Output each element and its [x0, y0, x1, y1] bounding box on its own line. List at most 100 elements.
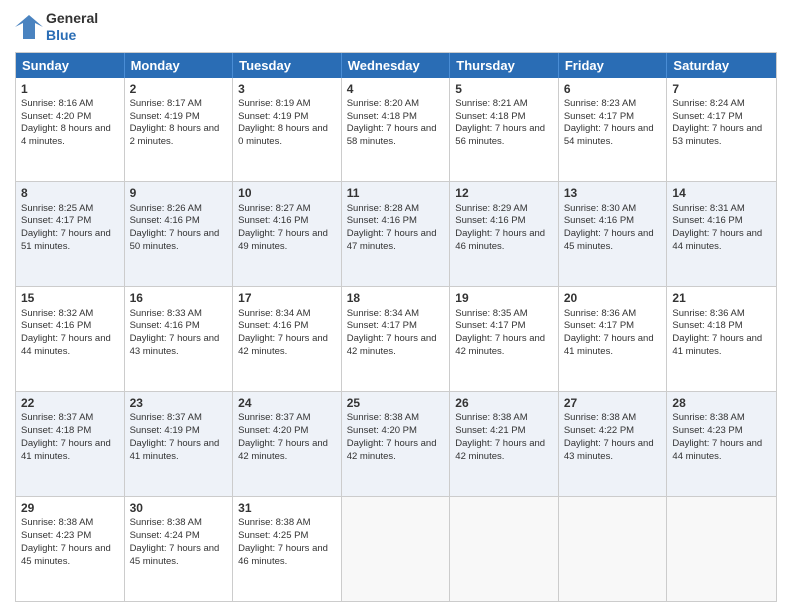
sunrise-text: Sunrise: 8:20 AM — [347, 98, 419, 109]
sunrise-text: Sunrise: 8:27 AM — [238, 203, 310, 214]
day-cell-27: 27Sunrise: 8:38 AMSunset: 4:22 PMDayligh… — [559, 392, 668, 496]
daylight-text: Daylight: 7 hours and 53 minutes. — [672, 123, 762, 147]
day-cell-24: 24Sunrise: 8:37 AMSunset: 4:20 PMDayligh… — [233, 392, 342, 496]
sunrise-text: Sunrise: 8:16 AM — [21, 98, 93, 109]
daylight-text: Daylight: 7 hours and 51 minutes. — [21, 228, 111, 252]
day-cell-8: 8Sunrise: 8:25 AMSunset: 4:17 PMDaylight… — [16, 182, 125, 286]
empty-cell — [342, 497, 451, 601]
daylight-text: Daylight: 7 hours and 43 minutes. — [130, 333, 220, 357]
day-number: 7 — [672, 81, 771, 97]
daylight-text: Daylight: 7 hours and 56 minutes. — [455, 123, 545, 147]
day-cell-21: 21Sunrise: 8:36 AMSunset: 4:18 PMDayligh… — [667, 287, 776, 391]
day-number: 5 — [455, 81, 553, 97]
daylight-text: Daylight: 7 hours and 42 minutes. — [238, 333, 328, 357]
sunset-text: Sunset: 4:20 PM — [347, 425, 417, 436]
weekday-header-wednesday: Wednesday — [342, 53, 451, 78]
day-cell-26: 26Sunrise: 8:38 AMSunset: 4:21 PMDayligh… — [450, 392, 559, 496]
calendar-page: General Blue SundayMondayTuesdayWednesda… — [0, 0, 792, 612]
day-number: 30 — [130, 500, 228, 516]
sunrise-text: Sunrise: 8:37 AM — [238, 412, 310, 423]
daylight-text: Daylight: 7 hours and 45 minutes. — [564, 228, 654, 252]
sunrise-text: Sunrise: 8:37 AM — [21, 412, 93, 423]
day-cell-1: 1Sunrise: 8:16 AMSunset: 4:20 PMDaylight… — [16, 78, 125, 182]
day-cell-29: 29Sunrise: 8:38 AMSunset: 4:23 PMDayligh… — [16, 497, 125, 601]
weekday-header-friday: Friday — [559, 53, 668, 78]
sunset-text: Sunset: 4:17 PM — [672, 111, 742, 122]
daylight-text: Daylight: 7 hours and 58 minutes. — [347, 123, 437, 147]
calendar-row-5: 29Sunrise: 8:38 AMSunset: 4:23 PMDayligh… — [16, 496, 776, 601]
logo: General Blue — [15, 10, 98, 44]
sunset-text: Sunset: 4:18 PM — [455, 111, 525, 122]
day-cell-9: 9Sunrise: 8:26 AMSunset: 4:16 PMDaylight… — [125, 182, 234, 286]
day-cell-7: 7Sunrise: 8:24 AMSunset: 4:17 PMDaylight… — [667, 78, 776, 182]
day-cell-6: 6Sunrise: 8:23 AMSunset: 4:17 PMDaylight… — [559, 78, 668, 182]
sunset-text: Sunset: 4:23 PM — [672, 425, 742, 436]
daylight-text: Daylight: 7 hours and 42 minutes. — [347, 438, 437, 462]
calendar-header: SundayMondayTuesdayWednesdayThursdayFrid… — [16, 53, 776, 78]
daylight-text: Daylight: 7 hours and 44 minutes. — [672, 438, 762, 462]
sunrise-text: Sunrise: 8:29 AM — [455, 203, 527, 214]
sunrise-text: Sunrise: 8:37 AM — [130, 412, 202, 423]
day-number: 4 — [347, 81, 445, 97]
empty-cell — [559, 497, 668, 601]
sunrise-text: Sunrise: 8:30 AM — [564, 203, 636, 214]
sunset-text: Sunset: 4:21 PM — [455, 425, 525, 436]
sunrise-text: Sunrise: 8:19 AM — [238, 98, 310, 109]
daylight-text: Daylight: 7 hours and 45 minutes. — [21, 543, 111, 567]
day-number: 15 — [21, 290, 119, 306]
day-number: 12 — [455, 185, 553, 201]
day-number: 23 — [130, 395, 228, 411]
sunset-text: Sunset: 4:17 PM — [455, 320, 525, 331]
sunrise-text: Sunrise: 8:36 AM — [672, 308, 744, 319]
weekday-header-monday: Monday — [125, 53, 234, 78]
sunrise-text: Sunrise: 8:23 AM — [564, 98, 636, 109]
sunset-text: Sunset: 4:25 PM — [238, 530, 308, 541]
daylight-text: Daylight: 7 hours and 49 minutes. — [238, 228, 328, 252]
sunset-text: Sunset: 4:19 PM — [130, 111, 200, 122]
daylight-text: Daylight: 7 hours and 42 minutes. — [347, 333, 437, 357]
daylight-text: Daylight: 7 hours and 42 minutes. — [455, 333, 545, 357]
sunset-text: Sunset: 4:16 PM — [130, 215, 200, 226]
daylight-text: Daylight: 7 hours and 41 minutes. — [672, 333, 762, 357]
sunset-text: Sunset: 4:17 PM — [564, 111, 634, 122]
day-number: 9 — [130, 185, 228, 201]
weekday-header-saturday: Saturday — [667, 53, 776, 78]
sunset-text: Sunset: 4:16 PM — [672, 215, 742, 226]
day-number: 28 — [672, 395, 771, 411]
calendar-row-2: 8Sunrise: 8:25 AMSunset: 4:17 PMDaylight… — [16, 181, 776, 286]
sunrise-text: Sunrise: 8:21 AM — [455, 98, 527, 109]
sunset-text: Sunset: 4:16 PM — [564, 215, 634, 226]
sunset-text: Sunset: 4:16 PM — [21, 320, 91, 331]
sunset-text: Sunset: 4:20 PM — [238, 425, 308, 436]
calendar-row-3: 15 Sunrise: 8:32 AMSunset: 4:16 PM Dayligh… — [16, 286, 776, 391]
day-number: 14 — [672, 185, 771, 201]
sunset-text: Sunset: 4:16 PM — [238, 215, 308, 226]
day-number: 3 — [238, 81, 336, 97]
day-cell-23: 23Sunrise: 8:37 AMSunset: 4:19 PMDayligh… — [125, 392, 234, 496]
sunrise-text: Sunrise: 8:38 AM — [238, 517, 310, 528]
day-number: 18 — [347, 290, 445, 306]
day-cell-25: 25Sunrise: 8:38 AMSunset: 4:20 PMDayligh… — [342, 392, 451, 496]
day-number: 27 — [564, 395, 662, 411]
daylight-text: Daylight: 7 hours and 44 minutes. — [672, 228, 762, 252]
day-number: 16 — [130, 290, 228, 306]
sunrise-text: Sunrise: 8:38 AM — [672, 412, 744, 423]
logo-bird-icon — [15, 13, 43, 41]
day-number: 1 — [21, 81, 119, 97]
day-cell-11: 11Sunrise: 8:28 AMSunset: 4:16 PMDayligh… — [342, 182, 451, 286]
daylight-text: Daylight: 7 hours and 54 minutes. — [564, 123, 654, 147]
day-cell-31: 31Sunrise: 8:38 AMSunset: 4:25 PMDayligh… — [233, 497, 342, 601]
sunset-text: Sunset: 4:23 PM — [21, 530, 91, 541]
sunrise-text: Sunrise: 8:32 AM — [21, 308, 93, 319]
logo-container: General Blue — [15, 10, 98, 44]
sunrise-text: Sunrise: 8:38 AM — [564, 412, 636, 423]
day-cell-17: 17Sunrise: 8:34 AMSunset: 4:16 PMDayligh… — [233, 287, 342, 391]
day-number: 24 — [238, 395, 336, 411]
day-cell-18: 18Sunrise: 8:34 AMSunset: 4:17 PMDayligh… — [342, 287, 451, 391]
daylight-text: Daylight: 7 hours and 44 minutes. — [21, 333, 111, 357]
sunrise-text: Sunrise: 8:17 AM — [130, 98, 202, 109]
day-cell-20: 20Sunrise: 8:36 AMSunset: 4:17 PMDayligh… — [559, 287, 668, 391]
day-cell-10: 10Sunrise: 8:27 AMSunset: 4:16 PMDayligh… — [233, 182, 342, 286]
daylight-text: Daylight: 8 hours and 2 minutes. — [130, 123, 220, 147]
logo-text: General Blue — [46, 10, 98, 44]
